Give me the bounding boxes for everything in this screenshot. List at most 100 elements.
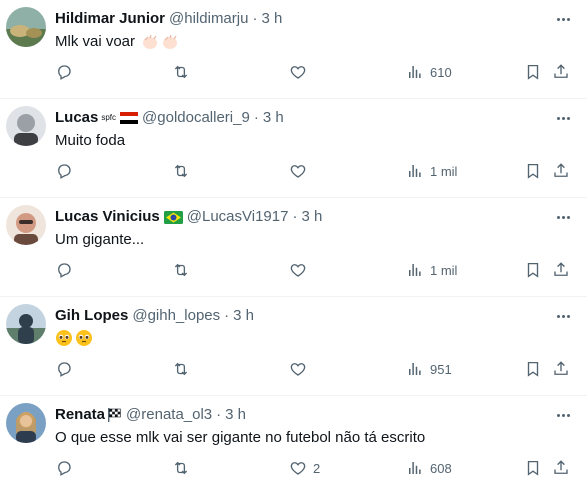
- views-icon: [409, 165, 421, 177]
- view-count: 1 mil: [430, 262, 458, 278]
- retweet-button[interactable]: [172, 459, 190, 477]
- more-icon[interactable]: [553, 407, 573, 423]
- like-button[interactable]: 2: [289, 459, 320, 477]
- bookmark-button[interactable]: [524, 360, 542, 378]
- reply-tweet[interactable]: Lucas Vinicius @LucasVi1917 · 3 h Um gig…: [0, 198, 587, 297]
- reply-button[interactable]: [55, 162, 73, 180]
- bookmark-button[interactable]: [524, 162, 542, 180]
- bookmark-icon: [527, 163, 539, 179]
- tweet-actions: 1 mil: [55, 160, 571, 182]
- avatar[interactable]: [6, 304, 46, 344]
- tweet-text-content: Mlk vai voar: [55, 33, 136, 50]
- separator-dot: ·: [252, 10, 258, 27]
- retweet-button[interactable]: [172, 162, 190, 180]
- tweet-text: [55, 329, 95, 347]
- share-icon: [554, 262, 568, 276]
- user-name[interactable]: Lucas Vinicius: [55, 207, 160, 227]
- timestamp[interactable]: 3 h: [233, 306, 254, 326]
- reply-icon: [58, 164, 71, 179]
- user-handle[interactable]: @goldocalleri_9: [142, 108, 250, 128]
- view-count: 608: [430, 460, 452, 476]
- user-handle[interactable]: @LucasVi1917: [187, 207, 289, 227]
- reply-tweet[interactable]: Renata @renata_ol3 · 3 h O que esse mlk …: [0, 396, 587, 495]
- share-button[interactable]: [552, 162, 570, 180]
- separator-dot: ·: [224, 307, 230, 324]
- separator-dot: ·: [216, 406, 222, 423]
- tweet-text-content: Muito foda: [55, 132, 126, 149]
- tweet-text: O que esse mlk vai ser gigante no futebo…: [55, 428, 425, 448]
- share-icon: [554, 64, 568, 78]
- timestamp[interactable]: 3 h: [261, 9, 282, 29]
- tweet-actions: 1 mil: [55, 259, 571, 281]
- like-button[interactable]: [289, 162, 313, 180]
- views-button[interactable]: 951: [406, 360, 452, 378]
- retweet-button[interactable]: [172, 360, 190, 378]
- retweet-icon: [174, 65, 188, 79]
- reply-icon: [58, 65, 71, 80]
- bookmark-button[interactable]: [524, 261, 542, 279]
- retweet-button[interactable]: [172, 63, 190, 81]
- user-name[interactable]: Lucas: [55, 108, 98, 128]
- views-button[interactable]: 1 mil: [406, 162, 457, 180]
- avatar[interactable]: [6, 106, 46, 146]
- more-icon[interactable]: [553, 11, 573, 27]
- clapping-hands-emoji: [143, 34, 158, 49]
- tweet-actions: 610: [55, 61, 571, 83]
- bookmark-icon: [527, 460, 539, 476]
- share-button[interactable]: [552, 63, 570, 81]
- share-icon: [554, 163, 568, 177]
- tweet-text-content: O que esse mlk vai ser gigante no futebo…: [55, 429, 426, 446]
- user-handle[interactable]: @gihh_lopes: [132, 306, 220, 326]
- share-button[interactable]: [552, 261, 570, 279]
- views-button[interactable]: 1 mil: [406, 261, 457, 279]
- share-icon: [554, 361, 568, 375]
- user-name[interactable]: Renata: [55, 405, 105, 425]
- reply-tweet[interactable]: Hildimar Junior @hildimarju · 3 h Mlk va…: [0, 0, 587, 99]
- user-handle[interactable]: @renata_ol3: [126, 405, 212, 425]
- avatar[interactable]: [6, 205, 46, 245]
- reply-button[interactable]: [55, 63, 73, 81]
- retweet-icon: [174, 461, 188, 475]
- pleading-face-emoji: [76, 330, 92, 346]
- timestamp[interactable]: 3 h: [263, 108, 284, 128]
- view-count: 1 mil: [430, 163, 458, 179]
- reply-tweet[interactable]: Gih Lopes @gihh_lopes · 3 h 951: [0, 297, 587, 396]
- retweet-icon: [174, 263, 188, 277]
- user-name[interactable]: Gih Lopes: [55, 306, 128, 326]
- user-handle[interactable]: @hildimarju: [169, 9, 248, 29]
- tweet-text: Muito foda: [55, 131, 125, 151]
- reply-tweet[interactable]: Lucas spfc @goldocalleri_9 · 3 h Muito f…: [0, 99, 587, 198]
- view-count: 951: [430, 361, 452, 377]
- retweet-icon: [174, 362, 188, 376]
- brazil-flag-icon: [163, 210, 183, 224]
- bookmark-button[interactable]: [524, 63, 542, 81]
- avatar[interactable]: [6, 7, 46, 47]
- user-name[interactable]: Hildimar Junior: [55, 9, 165, 29]
- view-count: 610: [430, 64, 452, 80]
- more-icon[interactable]: [553, 209, 573, 225]
- reply-icon: [58, 461, 71, 476]
- avatar[interactable]: [6, 403, 46, 443]
- views-icon: [409, 462, 421, 474]
- like-button[interactable]: [289, 360, 313, 378]
- bookmark-button[interactable]: [524, 459, 542, 477]
- timestamp[interactable]: 3 h: [225, 405, 246, 425]
- tweet-header: Gih Lopes @gihh_lopes · 3 h: [55, 306, 547, 326]
- views-icon: [409, 264, 421, 276]
- more-icon[interactable]: [553, 110, 573, 126]
- timestamp[interactable]: 3 h: [301, 207, 322, 227]
- reply-button[interactable]: [55, 459, 73, 477]
- views-button[interactable]: 608: [406, 459, 452, 477]
- tweet-header: Renata @renata_ol3 · 3 h: [55, 405, 547, 425]
- like-icon: [290, 264, 306, 277]
- retweet-button[interactable]: [172, 261, 190, 279]
- like-button[interactable]: [289, 261, 313, 279]
- views-button[interactable]: 610: [406, 63, 452, 81]
- like-button[interactable]: [289, 63, 313, 81]
- clapping-hands-emoji: [163, 34, 178, 49]
- reply-button[interactable]: [55, 261, 73, 279]
- more-icon[interactable]: [553, 308, 573, 324]
- reply-button[interactable]: [55, 360, 73, 378]
- share-button[interactable]: [552, 459, 570, 477]
- share-button[interactable]: [552, 360, 570, 378]
